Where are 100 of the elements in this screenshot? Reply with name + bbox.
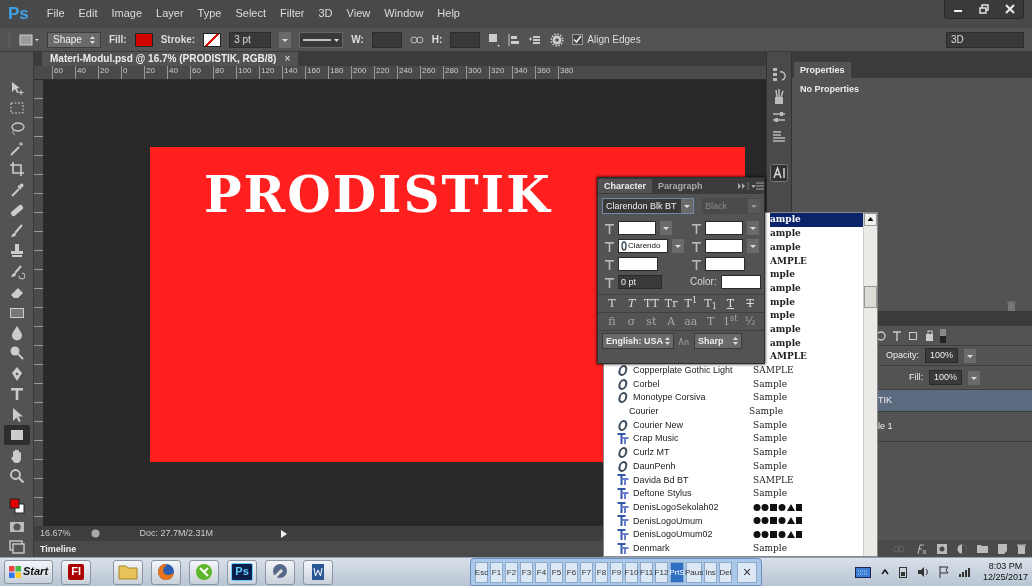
font-list-item[interactable]: mple xyxy=(770,267,863,282)
filter-toggle-icon[interactable] xyxy=(940,328,946,343)
flag-icon[interactable] xyxy=(938,566,949,578)
font-list-item[interactable]: ample xyxy=(770,322,863,337)
speaker-icon[interactable] xyxy=(916,567,929,577)
link-icon[interactable] xyxy=(409,35,424,44)
font-list-item[interactable]: DenisLogoSekolah02 xyxy=(604,500,863,515)
flash-app-button[interactable]: Fl xyxy=(61,559,92,585)
clock-date[interactable]: 12/25/2017 xyxy=(982,572,1028,583)
keyboard-close-button[interactable]: × xyxy=(737,562,757,583)
font-list-item[interactable]: DaunPenh Sample xyxy=(604,459,863,474)
keyboard-key[interactable]: F11 xyxy=(640,562,653,583)
text-style-button[interactable]: T xyxy=(602,297,621,311)
font-list-item[interactable]: AMPLE xyxy=(770,349,863,364)
vertical-scale-field[interactable] xyxy=(618,257,658,271)
menu-item[interactable]: Window xyxy=(384,7,424,21)
font-list-item[interactable]: Courier Sample xyxy=(604,404,863,419)
signal-icon[interactable] xyxy=(958,567,973,577)
tab-close-button[interactable]: × xyxy=(284,53,291,65)
fill-field[interactable]: 100% xyxy=(929,370,963,385)
trash-icon[interactable] xyxy=(1017,543,1026,554)
font-list-item[interactable]: ample xyxy=(770,213,863,227)
width-field[interactable] xyxy=(371,31,402,48)
adjustment-filter-icon[interactable] xyxy=(876,329,886,342)
keyboard-key[interactable]: F9 xyxy=(610,562,623,583)
panel-tab[interactable]: Character xyxy=(598,178,653,194)
menu-icon[interactable] xyxy=(750,182,764,190)
keyboard-key[interactable]: F8 xyxy=(595,562,608,583)
kerning-field[interactable]: Clarendo xyxy=(618,239,668,253)
show-hidden-icon[interactable] xyxy=(880,568,889,576)
dropdown-icon[interactable] xyxy=(672,239,684,253)
play-icon[interactable] xyxy=(281,529,288,538)
font-list-item[interactable]: ample xyxy=(770,336,863,350)
text-style-button[interactable]: Tr xyxy=(662,297,681,311)
dropdown-icon[interactable] xyxy=(964,348,977,363)
antialias-select[interactable]: Sharp xyxy=(694,333,742,350)
keyboard-key[interactable]: Esc xyxy=(475,562,488,583)
document-tab[interactable]: Materi-Modul.psd @ 16.7% (PRODISTIK, RGB/8) × xyxy=(42,52,299,66)
stroke-width-field[interactable]: 3 pt xyxy=(229,31,272,48)
clock-time[interactable]: 8:03 PM xyxy=(988,561,1023,572)
rectangle-icon[interactable] xyxy=(19,32,39,47)
keyboard-key[interactable]: F1 xyxy=(490,562,503,583)
character-icon[interactable] xyxy=(770,164,788,182)
fill-swatch[interactable] xyxy=(134,32,153,47)
menu-item[interactable]: Layer xyxy=(156,7,184,21)
font-list-item[interactable]: AMPLE xyxy=(770,254,863,268)
battery-icon[interactable] xyxy=(898,566,907,578)
scrollbar[interactable] xyxy=(863,213,877,556)
font-list-item[interactable]: Deftone Stylus Sample xyxy=(604,486,863,501)
sliders-icon[interactable] xyxy=(772,110,786,124)
history-icon[interactable] xyxy=(772,66,786,82)
brushes-icon[interactable] xyxy=(772,88,786,104)
opacity-field[interactable]: 100% xyxy=(925,348,959,363)
menu-item[interactable]: File xyxy=(46,7,65,21)
keyboard-icon[interactable] xyxy=(854,566,871,578)
gear-icon[interactable] xyxy=(550,32,565,47)
keyboard-key[interactable]: F4 xyxy=(535,562,548,583)
effects-icon[interactable] xyxy=(915,542,927,555)
font-list-item[interactable]: mple xyxy=(770,295,863,309)
checkbox[interactable] xyxy=(572,34,584,45)
keyboard-key[interactable]: F3 xyxy=(520,562,533,583)
scroll-thumb[interactable] xyxy=(864,286,877,308)
keyboard-key[interactable]: Del xyxy=(719,562,732,583)
menu-item[interactable]: Type xyxy=(197,7,222,21)
leading-field[interactable] xyxy=(705,221,743,235)
font-list-item[interactable]: mple xyxy=(770,308,863,323)
path-operations-icon[interactable] xyxy=(488,32,501,47)
keyboard-key[interactable]: F10 xyxy=(625,562,638,583)
text-style-button[interactable]: T xyxy=(622,297,641,311)
start-button[interactable]: Start xyxy=(4,560,54,584)
menu-item[interactable]: Image xyxy=(111,7,143,21)
font-list-item[interactable]: ample xyxy=(770,226,863,241)
text-style-button[interactable]: T$_{1}$ xyxy=(701,297,720,311)
folder-app-button[interactable] xyxy=(113,559,144,585)
font-size-field[interactable] xyxy=(618,221,656,235)
circle-logo-app-button[interactable] xyxy=(189,559,220,585)
rectangle-tool[interactable] xyxy=(3,425,30,445)
font-list-item[interactable]: DenisLogoUmum xyxy=(604,514,863,528)
menu-item[interactable]: Filter xyxy=(280,7,305,21)
font-list-item[interactable]: Denmark Sample xyxy=(604,541,863,556)
color-swatch[interactable] xyxy=(720,275,761,289)
paragraph-icon[interactable] xyxy=(772,130,786,144)
keyboard-key[interactable]: F7 xyxy=(580,562,593,583)
panel-tab[interactable]: Paragraph xyxy=(652,178,709,194)
font-list-item[interactable]: Courier New Sample xyxy=(604,418,863,432)
type-filter-icon[interactable] xyxy=(892,329,902,342)
font-family-select[interactable]: Clarendon Blk BT xyxy=(602,198,694,214)
text-style-button[interactable]: TT xyxy=(642,297,661,311)
dropdown-icon[interactable] xyxy=(968,370,981,385)
smart-object-filter-icon[interactable] xyxy=(924,329,934,342)
font-list-item[interactable]: Monotype Corsiva Sample xyxy=(604,390,863,405)
align-icon[interactable] xyxy=(508,32,521,47)
font-list-item[interactable]: ample xyxy=(770,240,863,255)
folder-icon[interactable] xyxy=(977,544,988,553)
keyboard-key[interactable]: Ins xyxy=(704,562,717,583)
new-layer-icon[interactable] xyxy=(998,543,1007,554)
font-list-item[interactable]: ample xyxy=(770,281,863,296)
font-list-item[interactable]: Crap Music Sample xyxy=(604,432,863,446)
keyboard-key[interactable]: F5 xyxy=(550,562,563,583)
keyboard-key[interactable]: Paus xyxy=(686,562,702,583)
